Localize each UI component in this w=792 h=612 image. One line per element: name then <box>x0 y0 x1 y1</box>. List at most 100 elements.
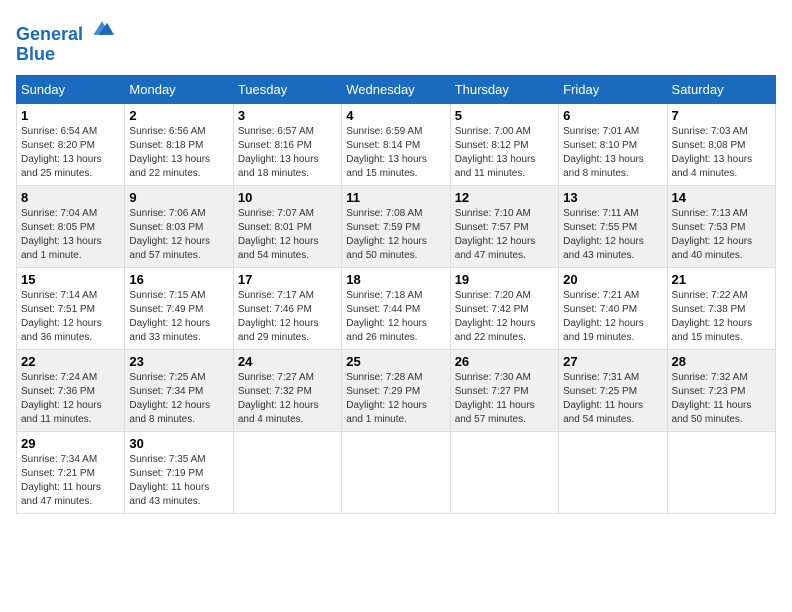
day-number: 2 <box>129 108 228 123</box>
day-number: 24 <box>238 354 337 369</box>
day-info: Sunrise: 7:07 AMSunset: 8:01 PMDaylight:… <box>238 207 337 263</box>
calendar-table: SundayMondayTuesdayWednesdayThursdayFrid… <box>16 75 776 514</box>
weekday-header-row: SundayMondayTuesdayWednesdayThursdayFrid… <box>17 75 776 103</box>
calendar-cell: 12 Sunrise: 7:10 AMSunset: 7:57 PMDayligh… <box>450 185 558 267</box>
day-number: 20 <box>563 272 662 287</box>
calendar-cell: 10 Sunrise: 7:07 AMSunset: 8:01 PMDayligh… <box>233 185 341 267</box>
day-number: 17 <box>238 272 337 287</box>
day-number: 8 <box>21 190 120 205</box>
day-info: Sunrise: 7:27 AMSunset: 7:32 PMDaylight:… <box>238 371 337 427</box>
day-number: 13 <box>563 190 662 205</box>
day-info: Sunrise: 7:20 AMSunset: 7:42 PMDaylight:… <box>455 289 554 345</box>
day-info: Sunrise: 7:32 AMSunset: 7:23 PMDaylight:… <box>672 371 771 427</box>
calendar-cell: 24 Sunrise: 7:27 AMSunset: 7:32 PMDayligh… <box>233 349 341 431</box>
day-info: Sunrise: 6:57 AMSunset: 8:16 PMDaylight:… <box>238 125 337 181</box>
day-number: 11 <box>346 190 445 205</box>
day-number: 3 <box>238 108 337 123</box>
day-number: 21 <box>672 272 771 287</box>
day-number: 4 <box>346 108 445 123</box>
calendar-cell: 21 Sunrise: 7:22 AMSunset: 7:38 PMDayligh… <box>667 267 775 349</box>
day-number: 25 <box>346 354 445 369</box>
day-number: 28 <box>672 354 771 369</box>
day-number: 5 <box>455 108 554 123</box>
day-info: Sunrise: 7:35 AMSunset: 7:19 PMDaylight:… <box>129 453 228 509</box>
day-number: 12 <box>455 190 554 205</box>
day-info: Sunrise: 7:06 AMSunset: 8:03 PMDaylight:… <box>129 207 228 263</box>
calendar-cell: 5Sunrise: 7:00 AMSunset: 8:12 PMDaylight… <box>450 103 558 185</box>
weekday-header: Saturday <box>667 75 775 103</box>
calendar-cell: 3 Sunrise: 6:57 AMSunset: 8:16 PMDaylight… <box>233 103 341 185</box>
calendar-week-row: 15 Sunrise: 7:14 AMSunset: 7:51 PMDayligh… <box>17 267 776 349</box>
day-info: Sunrise: 7:34 AMSunset: 7:21 PMDaylight:… <box>21 453 120 509</box>
day-info: Sunrise: 7:30 AMSunset: 7:27 PMDaylight:… <box>455 371 554 427</box>
day-number: 14 <box>672 190 771 205</box>
day-number: 23 <box>129 354 228 369</box>
calendar-cell <box>667 431 775 513</box>
day-number: 26 <box>455 354 554 369</box>
logo-blue: Blue <box>16 45 114 65</box>
day-info: Sunrise: 6:54 AMSunset: 8:20 PMDaylight:… <box>21 125 120 181</box>
calendar-week-row: 8 Sunrise: 7:04 AMSunset: 8:05 PMDaylight… <box>17 185 776 267</box>
calendar-cell: 4Sunrise: 6:59 AMSunset: 8:14 PMDaylight… <box>342 103 450 185</box>
logo-general: General <box>16 24 83 44</box>
day-number: 18 <box>346 272 445 287</box>
calendar-cell: 28 Sunrise: 7:32 AMSunset: 7:23 PMDayligh… <box>667 349 775 431</box>
calendar-cell: 16 Sunrise: 7:15 AMSunset: 7:49 PMDayligh… <box>125 267 233 349</box>
calendar-cell: 14Sunrise: 7:13 AMSunset: 7:53 PMDayligh… <box>667 185 775 267</box>
day-number: 15 <box>21 272 120 287</box>
day-number: 9 <box>129 190 228 205</box>
calendar-cell: 27Sunrise: 7:31 AMSunset: 7:25 PMDayligh… <box>559 349 667 431</box>
calendar-cell <box>342 431 450 513</box>
day-info: Sunrise: 7:10 AMSunset: 7:57 PMDaylight:… <box>455 207 554 263</box>
day-number: 1 <box>21 108 120 123</box>
calendar-cell: 8 Sunrise: 7:04 AMSunset: 8:05 PMDaylight… <box>17 185 125 267</box>
day-info: Sunrise: 7:15 AMSunset: 7:49 PMDaylight:… <box>129 289 228 345</box>
calendar-cell: 20 Sunrise: 7:21 AMSunset: 7:40 PMDayligh… <box>559 267 667 349</box>
day-number: 16 <box>129 272 228 287</box>
day-number: 10 <box>238 190 337 205</box>
page-header: General Blue <box>16 16 776 65</box>
day-info: Sunrise: 7:14 AMSunset: 7:51 PMDaylight:… <box>21 289 120 345</box>
day-info: Sunrise: 7:03 AMSunset: 8:08 PMDaylight:… <box>672 125 771 181</box>
weekday-header: Sunday <box>17 75 125 103</box>
day-info: Sunrise: 7:11 AMSunset: 7:55 PMDaylight:… <box>563 207 662 263</box>
calendar-week-row: 22Sunrise: 7:24 AMSunset: 7:36 PMDayligh… <box>17 349 776 431</box>
logo-icon <box>90 16 114 40</box>
calendar-cell: 13 Sunrise: 7:11 AMSunset: 7:55 PMDayligh… <box>559 185 667 267</box>
day-number: 22 <box>21 354 120 369</box>
day-info: Sunrise: 7:17 AMSunset: 7:46 PMDaylight:… <box>238 289 337 345</box>
day-info: Sunrise: 7:25 AMSunset: 7:34 PMDaylight:… <box>129 371 228 427</box>
day-number: 7 <box>672 108 771 123</box>
calendar-cell: 29 Sunrise: 7:34 AMSunset: 7:21 PMDayligh… <box>17 431 125 513</box>
weekday-header: Monday <box>125 75 233 103</box>
calendar-cell: 9 Sunrise: 7:06 AMSunset: 8:03 PMDaylight… <box>125 185 233 267</box>
day-info: Sunrise: 7:08 AMSunset: 7:59 PMDaylight:… <box>346 207 445 263</box>
calendar-cell: 17 Sunrise: 7:17 AMSunset: 7:46 PMDayligh… <box>233 267 341 349</box>
calendar-cell: 15 Sunrise: 7:14 AMSunset: 7:51 PMDayligh… <box>17 267 125 349</box>
calendar-cell: 23 Sunrise: 7:25 AMSunset: 7:34 PMDayligh… <box>125 349 233 431</box>
calendar-cell: 7 Sunrise: 7:03 AMSunset: 8:08 PMDaylight… <box>667 103 775 185</box>
day-number: 6 <box>563 108 662 123</box>
day-info: Sunrise: 7:22 AMSunset: 7:38 PMDaylight:… <box>672 289 771 345</box>
calendar-cell: 2Sunrise: 6:56 AMSunset: 8:18 PMDaylight… <box>125 103 233 185</box>
calendar-week-row: 1 Sunrise: 6:54 AMSunset: 8:20 PMDaylight… <box>17 103 776 185</box>
weekday-header: Thursday <box>450 75 558 103</box>
calendar-cell: 22Sunrise: 7:24 AMSunset: 7:36 PMDayligh… <box>17 349 125 431</box>
day-info: Sunrise: 7:18 AMSunset: 7:44 PMDaylight:… <box>346 289 445 345</box>
calendar-cell: 30Sunrise: 7:35 AMSunset: 7:19 PMDayligh… <box>125 431 233 513</box>
calendar-cell: 26 Sunrise: 7:30 AMSunset: 7:27 PMDayligh… <box>450 349 558 431</box>
calendar-cell: 11 Sunrise: 7:08 AMSunset: 7:59 PMDayligh… <box>342 185 450 267</box>
day-number: 19 <box>455 272 554 287</box>
day-number: 29 <box>21 436 120 451</box>
day-info: Sunrise: 7:31 AMSunset: 7:25 PMDaylight:… <box>563 371 662 427</box>
day-info: Sunrise: 7:01 AMSunset: 8:10 PMDaylight:… <box>563 125 662 181</box>
calendar-cell: 18 Sunrise: 7:18 AMSunset: 7:44 PMDayligh… <box>342 267 450 349</box>
day-info: Sunrise: 7:04 AMSunset: 8:05 PMDaylight:… <box>21 207 120 263</box>
calendar-cell <box>559 431 667 513</box>
day-info: Sunrise: 7:21 AMSunset: 7:40 PMDaylight:… <box>563 289 662 345</box>
calendar-cell: 6 Sunrise: 7:01 AMSunset: 8:10 PMDaylight… <box>559 103 667 185</box>
logo: General Blue <box>16 16 114 65</box>
calendar-cell: 1 Sunrise: 6:54 AMSunset: 8:20 PMDaylight… <box>17 103 125 185</box>
calendar-cell <box>233 431 341 513</box>
day-info: Sunrise: 7:28 AMSunset: 7:29 PMDaylight:… <box>346 371 445 427</box>
